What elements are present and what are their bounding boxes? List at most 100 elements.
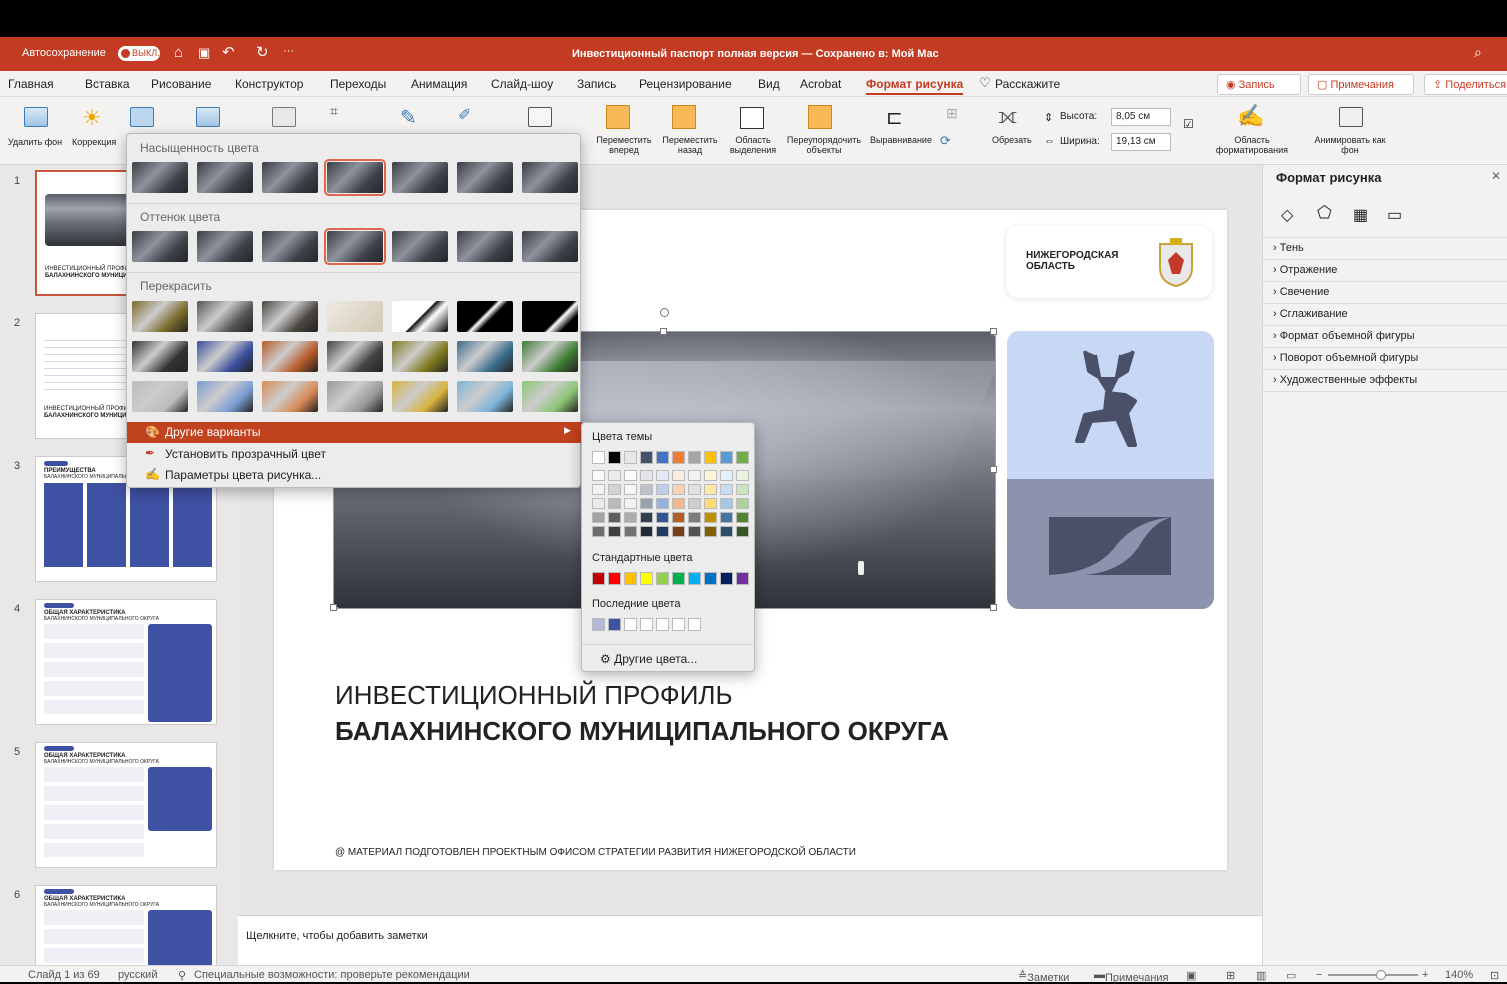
theme-shade-swatch[interactable]	[688, 498, 701, 509]
theme-shade-swatch[interactable]	[624, 484, 637, 495]
theme-shade-swatch[interactable]	[624, 526, 637, 537]
theme-shade-swatch[interactable]	[608, 498, 621, 509]
tab-insert[interactable]: Вставка	[85, 77, 130, 91]
tone-swatch[interactable]	[522, 231, 578, 262]
standard-color-swatch[interactable]	[624, 572, 637, 585]
theme-shade-swatch[interactable]	[624, 470, 637, 481]
section-3d-rotation[interactable]: › Поворот объемной фигуры	[1273, 352, 1418, 364]
fill-line-icon[interactable]: ◇	[1281, 205, 1293, 225]
standard-color-swatch[interactable]	[608, 572, 621, 585]
recolor-swatch[interactable]	[197, 381, 253, 412]
share-button[interactable]: ⇪ Поделиться	[1424, 74, 1507, 95]
transparency-icon[interactable]	[272, 107, 296, 127]
reorder-icon[interactable]	[808, 105, 832, 129]
recolor-swatch[interactable]	[327, 301, 383, 332]
recolor-swatch[interactable]	[262, 341, 318, 372]
tab-design[interactable]: Конструктор	[235, 77, 303, 91]
comments-button[interactable]: ▢ Примечания	[1308, 74, 1414, 95]
theme-shade-swatch[interactable]	[720, 484, 733, 495]
theme-color-swatch[interactable]	[656, 451, 669, 464]
picture-icon[interactable]: ▭	[1387, 205, 1402, 225]
theme-shade-swatch[interactable]	[640, 512, 653, 523]
align-icon[interactable]: ⊏	[886, 105, 903, 130]
theme-shade-swatch[interactable]	[656, 484, 669, 495]
normal-view-icon[interactable]: ▣	[1186, 969, 1196, 982]
recent-color-swatch[interactable]	[672, 618, 685, 631]
theme-shade-swatch[interactable]	[608, 512, 621, 523]
slide-thumbnail-4[interactable]: ОБЩАЯ ХАРАКТЕРИСТИКА БАЛАХНИНСКОГО МУНИЦ…	[35, 599, 217, 725]
tab-slideshow[interactable]: Слайд-шоу	[491, 77, 553, 91]
theme-shade-swatch[interactable]	[688, 484, 701, 495]
tone-swatch[interactable]	[324, 228, 386, 265]
send-backward-icon[interactable]	[672, 105, 696, 129]
saturation-swatch[interactable]	[457, 162, 513, 193]
standard-color-swatch[interactable]	[640, 572, 653, 585]
recolor-swatch[interactable]	[457, 341, 513, 372]
tone-swatch[interactable]	[392, 231, 448, 262]
recolor-swatch[interactable]	[392, 381, 448, 412]
zoom-level[interactable]: 140%	[1445, 969, 1473, 981]
theme-shade-swatch[interactable]	[608, 470, 621, 481]
rotate-handle[interactable]	[660, 308, 669, 317]
recolor-swatch[interactable]	[392, 341, 448, 372]
presenter-view-icon[interactable]: ▭	[1286, 969, 1296, 982]
recolor-swatch[interactable]	[197, 341, 253, 372]
theme-shade-swatch[interactable]	[624, 512, 637, 523]
recolor-swatch[interactable]	[457, 381, 513, 412]
picture-color-options-item[interactable]: ✍ Параметры цвета рисунка...	[127, 465, 582, 486]
theme-shade-swatch[interactable]	[736, 470, 749, 481]
theme-shade-swatch[interactable]	[704, 484, 717, 495]
tone-swatch[interactable]	[197, 231, 253, 262]
recolor-swatch[interactable]	[392, 301, 448, 332]
picture-layout-icon[interactable]	[528, 107, 552, 127]
saturation-swatch[interactable]	[262, 162, 318, 193]
theme-shade-swatch[interactable]	[672, 498, 685, 509]
theme-shade-swatch[interactable]	[672, 470, 685, 481]
save-icon[interactable]: ▣	[198, 45, 210, 61]
reading-view-icon[interactable]: ▥	[1256, 969, 1266, 982]
tone-swatch[interactable]	[132, 231, 188, 262]
tone-swatch[interactable]	[262, 231, 318, 262]
slide-thumbnail-5[interactable]: ОБЩАЯ ХАРАКТЕРИСТИКА БАЛАХНИНСКОГО МУНИЦ…	[35, 742, 217, 868]
recolor-swatch[interactable]	[132, 301, 188, 332]
format-pane-icon[interactable]: ✍	[1237, 103, 1264, 129]
recent-color-swatch[interactable]	[688, 618, 701, 631]
slide-footer[interactable]: @ МАТЕРИАЛ ПОДГОТОВЛЕН ПРОЕКТНЫМ ОФИСОМ …	[335, 847, 856, 858]
accessibility-status[interactable]: Специальные возможности: проверьте реком…	[194, 969, 470, 981]
tab-transitions[interactable]: Переходы	[330, 77, 386, 91]
theme-shade-swatch[interactable]	[736, 526, 749, 537]
theme-shade-swatch[interactable]	[688, 526, 701, 537]
notes-pane[interactable]: Щелкните, чтобы добавить заметки	[238, 915, 1262, 965]
undo-icon[interactable]: ↶	[222, 43, 235, 61]
saturation-swatch[interactable]	[392, 162, 448, 193]
theme-shade-swatch[interactable]	[640, 484, 653, 495]
section-3d-format[interactable]: › Формат объемной фигуры	[1273, 330, 1414, 342]
section-artistic-effects[interactable]: › Художественные эффекты	[1273, 374, 1417, 386]
theme-color-swatch[interactable]	[592, 451, 605, 464]
theme-shade-swatch[interactable]	[608, 484, 621, 495]
tell-me[interactable]: Расскажите	[995, 77, 1060, 91]
picture-border-icon[interactable]: ✎	[400, 105, 417, 130]
group-icon[interactable]: ⊞	[946, 105, 958, 122]
theme-shade-swatch[interactable]	[592, 512, 605, 523]
theme-shade-swatch[interactable]	[672, 484, 685, 495]
record-button[interactable]: ◉ Запись	[1217, 74, 1301, 95]
slide-title-line2[interactable]: БАЛАХНИНСКОГО МУНИЦИПАЛЬНОГО ОКРУГА	[335, 716, 949, 747]
theme-shade-swatch[interactable]	[736, 498, 749, 509]
theme-shade-swatch[interactable]	[608, 526, 621, 537]
standard-color-swatch[interactable]	[592, 572, 605, 585]
theme-shade-swatch[interactable]	[704, 470, 717, 481]
selection-pane-icon[interactable]	[740, 107, 764, 129]
zoom-in-icon[interactable]: +	[1422, 969, 1428, 981]
standard-color-swatch[interactable]	[720, 572, 733, 585]
theme-shade-swatch[interactable]	[656, 512, 669, 523]
theme-shade-swatch[interactable]	[640, 470, 653, 481]
correction-icon[interactable]: ☀	[82, 105, 102, 131]
recolor-swatch[interactable]	[457, 301, 513, 332]
zoom-slider[interactable]	[1328, 970, 1418, 980]
width-input[interactable]: 19,13 см	[1111, 133, 1171, 151]
theme-color-swatch[interactable]	[608, 451, 621, 464]
resize-handle[interactable]	[990, 328, 997, 335]
resize-handle[interactable]	[990, 604, 997, 611]
theme-shade-swatch[interactable]	[592, 484, 605, 495]
